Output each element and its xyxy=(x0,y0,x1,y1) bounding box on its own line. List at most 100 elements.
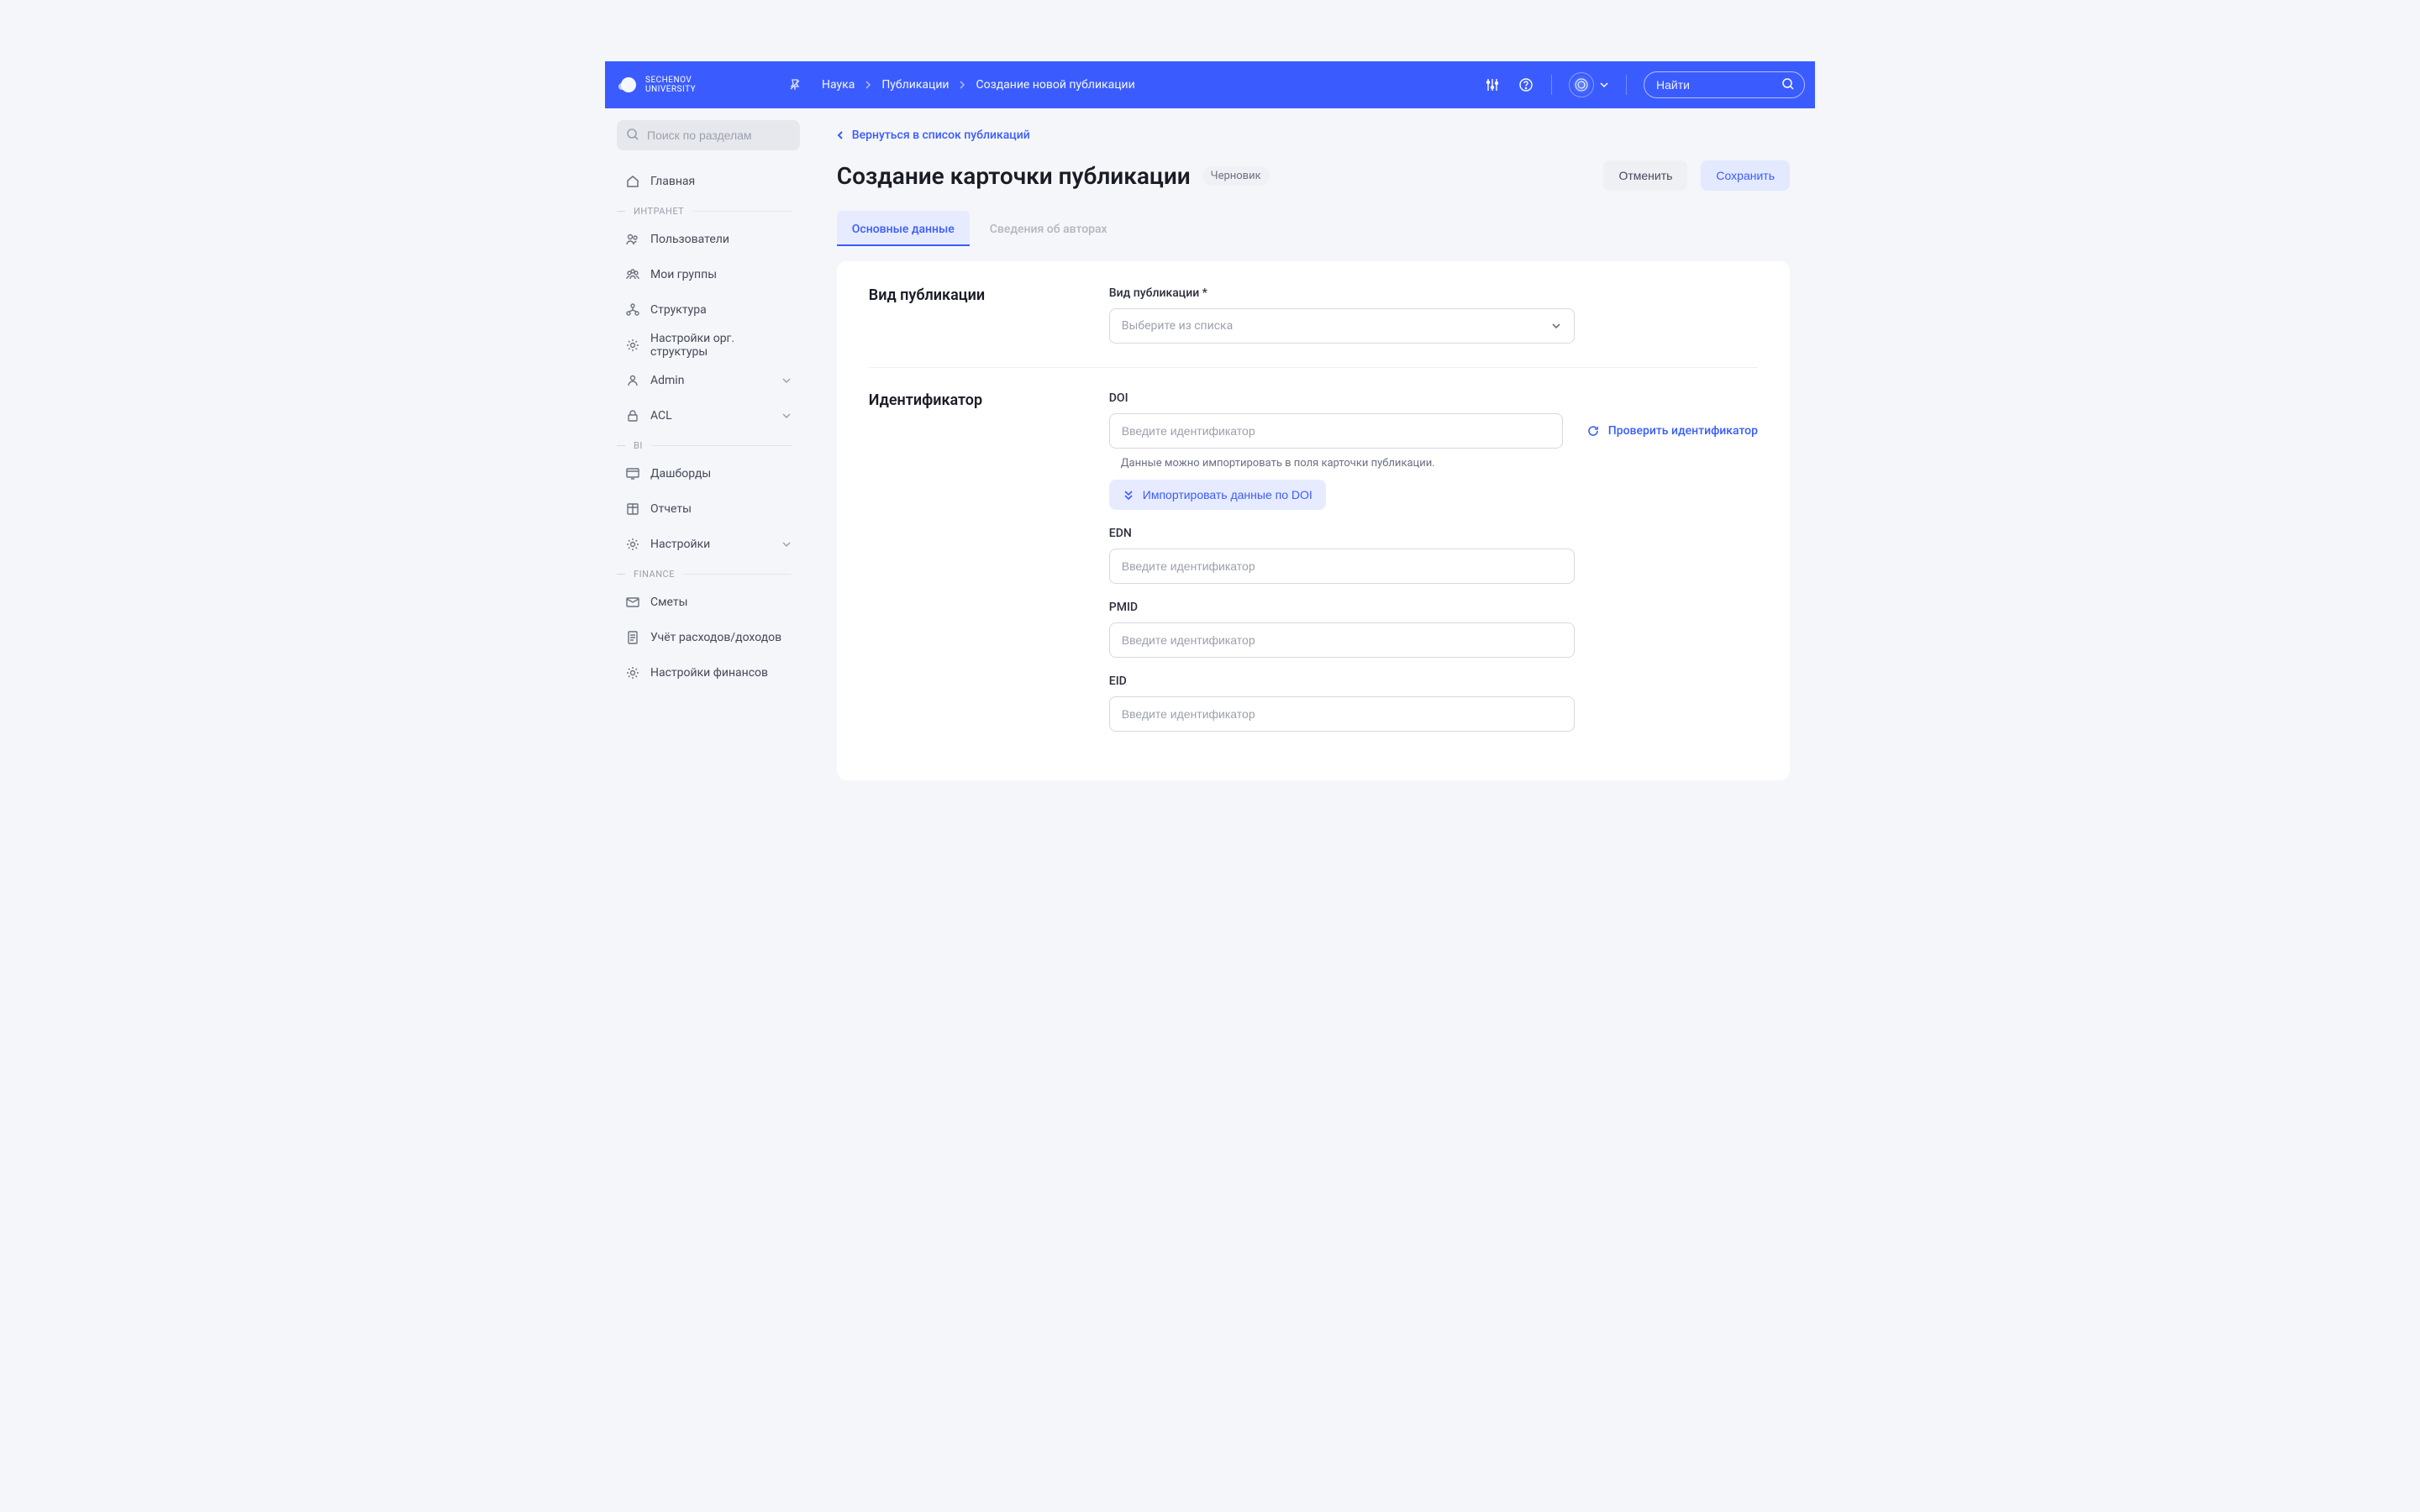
sidebar-section-finance: FINANCE xyxy=(617,562,800,585)
save-button[interactable]: Сохранить xyxy=(1701,160,1790,191)
sidebar-item-budget[interactable]: Сметы xyxy=(617,585,800,620)
eid-label: EID xyxy=(1109,675,1758,688)
user-menu[interactable] xyxy=(1569,72,1609,97)
doi-input[interactable] xyxy=(1109,413,1563,449)
pmid-input[interactable] xyxy=(1109,622,1575,658)
status-badge: Черновик xyxy=(1202,166,1270,186)
sidebar-item-label: Структура xyxy=(650,303,707,317)
sidebar-item-label: Главная xyxy=(650,175,695,188)
sidebar-item-label: Сметы xyxy=(650,596,687,609)
breadcrumb-item[interactable]: Публикации xyxy=(881,78,949,92)
import-doi-button[interactable]: Импортировать данные по DOI xyxy=(1109,480,1326,510)
sidebar-search-input[interactable] xyxy=(617,120,800,150)
sidebar-item-ledger[interactable]: Учёт расходов/доходов xyxy=(617,620,800,655)
structure-icon xyxy=(625,302,640,318)
chevron-down-icon xyxy=(781,412,792,419)
double-chevron-down-icon xyxy=(1123,489,1134,501)
divider xyxy=(1551,75,1552,95)
sidebar-item-label: Пользователи xyxy=(650,233,729,246)
sidebar-item-label: Отчеты xyxy=(650,502,692,516)
check-identifier-link[interactable]: Проверить идентификатор xyxy=(1586,424,1758,438)
chevron-down-icon xyxy=(1550,322,1562,330)
search-icon xyxy=(626,128,639,141)
sidebar-item-groups[interactable]: Мои группы xyxy=(617,257,800,292)
sidebar-item-acl[interactable]: ACL xyxy=(617,398,800,433)
gear-icon xyxy=(625,338,640,353)
breadcrumb-item: Создание новой публикации xyxy=(976,78,1134,92)
pub-type-label: Вид публикации * xyxy=(1109,286,1758,300)
lock-icon xyxy=(625,408,640,423)
chevron-right-icon xyxy=(959,81,965,89)
groups-icon xyxy=(625,267,640,282)
sidebar-item-users[interactable]: Пользователи xyxy=(617,222,800,257)
gear-icon xyxy=(625,665,640,680)
back-link-label: Вернуться в список публикаций xyxy=(852,129,1030,142)
sidebar-item-structure[interactable]: Структура xyxy=(617,292,800,328)
divider xyxy=(1626,75,1627,95)
select-placeholder: Выберите из списка xyxy=(1122,319,1233,333)
form-card: Вид публикации Вид публикации * Выберите… xyxy=(837,261,1790,780)
refresh-icon xyxy=(1586,424,1600,438)
sidebar-item-finance-settings[interactable]: Настройки финансов xyxy=(617,655,800,690)
main-content: Вернуться в список публикаций Создание к… xyxy=(812,108,1815,801)
global-search[interactable] xyxy=(1644,71,1805,98)
sidebar-item-dashboards[interactable]: Дашборды xyxy=(617,456,800,491)
sidebar-item-admin[interactable]: Admin xyxy=(617,363,800,398)
sidebar: Главная ИНТРАНЕТ Пользователи Мои группы… xyxy=(605,108,812,801)
sidebar-item-label: Дашборды xyxy=(650,467,711,480)
admin-icon xyxy=(625,373,640,388)
breadcrumb: Наука Публикации Создание новой публикац… xyxy=(822,78,1135,92)
sidebar-item-label: Настройки финансов xyxy=(650,666,768,680)
sidebar-item-label: Admin xyxy=(650,374,684,387)
cancel-button[interactable]: Отменить xyxy=(1603,160,1687,191)
help-icon[interactable] xyxy=(1518,76,1534,93)
tab-main-data[interactable]: Основные данные xyxy=(837,211,970,246)
sidebar-item-org-settings[interactable]: Настройки орг. структуры xyxy=(617,328,800,363)
edn-input[interactable] xyxy=(1109,549,1575,584)
sidebar-section-intranet: ИНТРАНЕТ xyxy=(617,199,800,222)
sidebar-item-label: Мои группы xyxy=(650,268,717,281)
sidebar-item-label: Настройки орг. структуры xyxy=(650,332,792,359)
edn-label: EDN xyxy=(1109,527,1758,540)
sidebar-item-reports[interactable]: Отчеты xyxy=(617,491,800,527)
doi-hint: Данные можно импортировать в поля карточ… xyxy=(1109,457,1758,470)
reports-icon xyxy=(625,501,640,517)
logo-text: SECHENOV UNIVERSITY xyxy=(645,76,696,95)
dashboard-icon xyxy=(625,466,640,481)
search-icon xyxy=(1781,77,1795,91)
pub-type-select[interactable]: Выберите из списка xyxy=(1109,308,1575,344)
chevron-down-icon xyxy=(781,377,792,384)
top-header: SECHENOV UNIVERSITY Наука Публикации Соз… xyxy=(605,61,1815,108)
ledger-icon xyxy=(625,630,640,645)
eid-input[interactable] xyxy=(1109,696,1575,732)
logo-icon xyxy=(615,75,639,95)
section-identifier: Идентификатор xyxy=(869,391,1109,732)
sidebar-search[interactable] xyxy=(617,120,800,150)
avatar-icon xyxy=(1569,72,1594,97)
pmid-label: PMID xyxy=(1109,601,1758,614)
home-icon xyxy=(625,174,640,189)
breadcrumb-item[interactable]: Наука xyxy=(822,78,855,92)
sidebar-item-label: ACL xyxy=(650,409,672,423)
tabs: Основные данные Сведения об авторах xyxy=(837,211,1790,246)
users-icon xyxy=(625,232,640,247)
section-pub-type: Вид публикации xyxy=(869,286,1109,344)
budget-icon xyxy=(625,595,640,610)
check-identifier-label: Проверить идентификатор xyxy=(1608,424,1758,438)
sidebar-item-home[interactable]: Главная xyxy=(617,164,800,199)
tab-authors[interactable]: Сведения об авторах xyxy=(975,211,1123,246)
logo[interactable]: SECHENOV UNIVERSITY xyxy=(615,75,783,95)
back-link[interactable]: Вернуться в список публикаций xyxy=(837,129,1030,142)
pin-icon[interactable] xyxy=(783,73,807,97)
chevron-right-icon xyxy=(865,81,871,89)
gear-icon xyxy=(625,537,640,552)
settings-sliders-icon[interactable] xyxy=(1484,76,1501,93)
page-title: Создание карточки публикации xyxy=(837,162,1191,190)
sidebar-item-label: Настройки xyxy=(650,538,710,551)
chevron-down-icon xyxy=(1599,81,1609,88)
sidebar-item-bi-settings[interactable]: Настройки xyxy=(617,527,800,562)
sidebar-section-bi: BI xyxy=(617,433,800,456)
sidebar-item-label: Учёт расходов/доходов xyxy=(650,631,781,644)
import-doi-label: Импортировать данные по DOI xyxy=(1143,488,1313,501)
chevron-left-icon xyxy=(837,130,844,140)
